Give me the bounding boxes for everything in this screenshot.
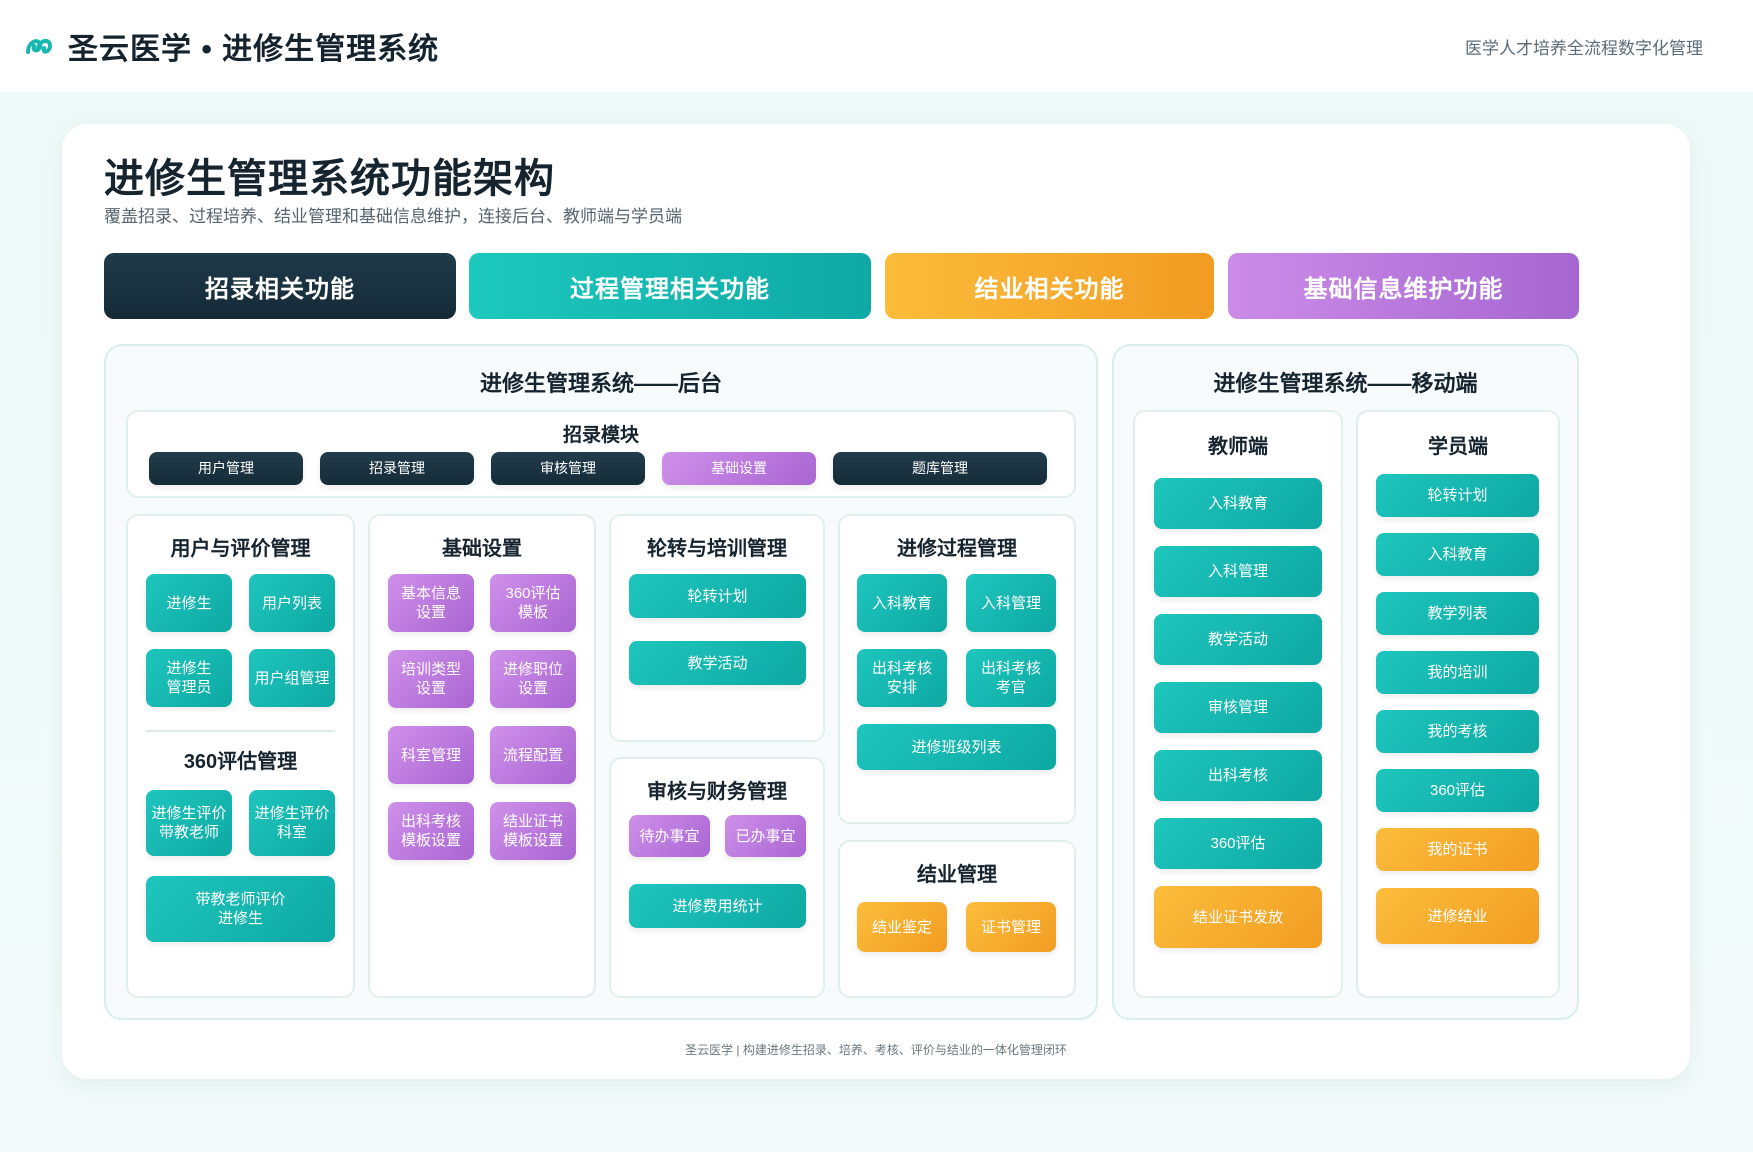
tile-teaching-activity[interactable]: 教学活动 — [629, 641, 806, 685]
recruit-item-audit-mgmt[interactable]: 审核管理 — [491, 452, 645, 485]
recruit-item-recruit-mgmt[interactable]: 招录管理 — [320, 452, 474, 485]
tile-student-360[interactable]: 360评估 — [1376, 769, 1539, 812]
tile-teacher-certificate-issue[interactable]: 结业证书发放 — [1154, 886, 1322, 948]
top-slogan: 医学人才培养全流程数字化管理 — [1465, 38, 1703, 58]
mobile-panel: 进修生管理系统——移动端 教师端 入科教育 入科管理 教学活动 审核管理 出科考… — [1112, 344, 1579, 1020]
process-title: 进修过程管理 — [897, 538, 1017, 560]
student-box: 学员端 轮转计划 入科教育 教学列表 我的培训 我的考核 360评估 我的证书 … — [1356, 410, 1560, 998]
recruit-item-user-mgmt[interactable]: 用户管理 — [149, 452, 303, 485]
tile-student-teaching-list[interactable]: 教学列表 — [1376, 592, 1539, 635]
tile-student-dept-education[interactable]: 入科教育 — [1376, 533, 1539, 576]
section-divider — [146, 730, 335, 732]
graduation-box: 结业管理 结业鉴定 证书管理 — [838, 840, 1076, 998]
brand-title: 圣云医学 • 进修生管理系统 — [68, 33, 440, 66]
tile-teacher-audit[interactable]: 审核管理 — [1154, 682, 1322, 733]
rotation-box: 轮转与培训管理 轮转计划 教学活动 — [609, 514, 825, 742]
top-bar: 圣云医学 • 进修生管理系统 医学人才培养全流程数字化管理 — [0, 0, 1753, 92]
tile-dept-mgmt[interactable]: 入科管理 — [966, 574, 1056, 632]
main-card: 进修生管理系统功能架构 覆盖招录、过程培养、结业管理和基础信息维护，连接后台、教… — [62, 124, 1690, 1079]
recruit-item-question-bank[interactable]: 题库管理 — [833, 452, 1047, 485]
tile-class-list[interactable]: 进修班级列表 — [857, 724, 1056, 770]
tile-trainee-admin[interactable]: 进修生 管理员 — [146, 649, 232, 707]
tile-training-type[interactable]: 培训类型 设置 — [388, 650, 474, 708]
tile-eval-teacher[interactable]: 进修生评价 带教老师 — [146, 790, 232, 856]
tile-department-mgmt[interactable]: 科室管理 — [388, 726, 474, 784]
category-graduation: 结业相关功能 — [885, 253, 1214, 319]
tile-student-rotation[interactable]: 轮转计划 — [1376, 474, 1539, 517]
brand: 圣云医学 • 进修生管理系统 — [24, 24, 439, 68]
page-subtitle: 覆盖招录、过程培养、结业管理和基础信息维护，连接后台、教师端与学员端 — [104, 207, 682, 226]
category-basic-info: 基础信息维护功能 — [1228, 253, 1579, 319]
tile-position-settings[interactable]: 进修职位 设置 — [490, 650, 576, 708]
tile-exam-examiner[interactable]: 出科考核 考官 — [966, 649, 1056, 707]
user-eval-box: 用户与评价管理 进修生 用户列表 进修生 管理员 用户组管理 360评估管理 进… — [126, 514, 355, 998]
teacher-title: 教师端 — [1208, 436, 1268, 458]
tile-user-group[interactable]: 用户组管理 — [249, 649, 335, 707]
footer-note: 圣云医学 | 构建进修生招录、培养、考核、评价与结业的一体化管理闭环 — [685, 1043, 1067, 1057]
teacher-box: 教师端 入科教育 入科管理 教学活动 审核管理 出科考核 360评估 结业证书发… — [1133, 410, 1343, 998]
sy-logo-icon — [26, 39, 53, 54]
recruit-item-basic-settings[interactable]: 基础设置 — [662, 452, 816, 485]
tile-fee-stats[interactable]: 进修费用统计 — [629, 884, 806, 928]
student-title: 学员端 — [1428, 436, 1488, 458]
tile-basic-info[interactable]: 基本信息 设置 — [388, 574, 474, 632]
tile-teacher-activity[interactable]: 教学活动 — [1154, 614, 1322, 665]
basic-settings-title: 基础设置 — [442, 538, 522, 560]
tile-teacher-dept-mgmt[interactable]: 入科管理 — [1154, 546, 1322, 597]
user-eval-title: 用户与评价管理 — [170, 538, 311, 560]
tile-rotation-plan[interactable]: 轮转计划 — [629, 574, 806, 618]
tile-graduation-appraisal[interactable]: 结业鉴定 — [857, 902, 947, 952]
tile-exam-schedule[interactable]: 出科考核 安排 — [857, 649, 947, 707]
audit-finance-box: 审核与财务管理 待办事宜 已办事宜 进修费用统计 — [609, 757, 825, 998]
tile-user-list[interactable]: 用户列表 — [249, 574, 335, 632]
tile-eval-department[interactable]: 进修生评价 科室 — [249, 790, 335, 856]
tile-student-exam[interactable]: 我的考核 — [1376, 710, 1539, 753]
tile-trainee[interactable]: 进修生 — [146, 574, 232, 632]
tile-certificate-mgmt[interactable]: 证书管理 — [966, 902, 1056, 952]
graduation-title: 结业管理 — [917, 864, 997, 886]
tile-360-template[interactable]: 360评估 模板 — [490, 574, 576, 632]
page-title: 进修生管理系统功能架构 — [104, 157, 555, 201]
mobile-title: 进修生管理系统——移动端 — [1213, 371, 1478, 396]
tile-student-training[interactable]: 我的培训 — [1376, 651, 1539, 694]
tile-exam-template[interactable]: 出科考核 模板设置 — [388, 802, 474, 860]
tile-certificate-template[interactable]: 结业证书 模板设置 — [490, 802, 576, 860]
tile-teacher-dept-education[interactable]: 入科教育 — [1154, 478, 1322, 529]
process-box: 进修过程管理 入科教育 入科管理 出科考核 安排 出科考核 考官 进修班级列表 — [838, 514, 1076, 824]
tile-eval-trainee[interactable]: 带教老师评价 进修生 — [146, 876, 335, 942]
category-process: 过程管理相关功能 — [469, 253, 871, 319]
tile-student-certificate[interactable]: 我的证书 — [1376, 828, 1539, 871]
recruit-module-title: 招录模块 — [562, 425, 639, 446]
recruit-module: 招录模块 用户管理 招录管理 审核管理 基础设置 题库管理 — [126, 410, 1076, 498]
tile-dept-education[interactable]: 入科教育 — [857, 574, 947, 632]
tile-teacher-exam[interactable]: 出科考核 — [1154, 750, 1322, 801]
eval-360-title: 360评估管理 — [183, 751, 298, 773]
rotation-title: 轮转与培训管理 — [647, 538, 787, 560]
tile-teacher-360[interactable]: 360评估 — [1154, 818, 1322, 869]
tile-student-graduation[interactable]: 进修结业 — [1376, 888, 1539, 944]
basic-settings-box: 基础设置 基本信息 设置 360评估 模板 培训类型 设置 进修职位 设置 科室… — [368, 514, 596, 998]
tile-done[interactable]: 已办事宜 — [725, 815, 806, 857]
audit-finance-title: 审核与财务管理 — [647, 781, 787, 803]
category-recruit: 招录相关功能 — [104, 253, 456, 319]
backend-panel: 进修生管理系统——后台 招录模块 用户管理 招录管理 审核管理 基础设置 题库管… — [104, 344, 1098, 1020]
tile-todo[interactable]: 待办事宜 — [629, 815, 710, 857]
backend-title: 进修生管理系统——后台 — [479, 371, 722, 396]
tile-flow-config[interactable]: 流程配置 — [490, 726, 576, 784]
